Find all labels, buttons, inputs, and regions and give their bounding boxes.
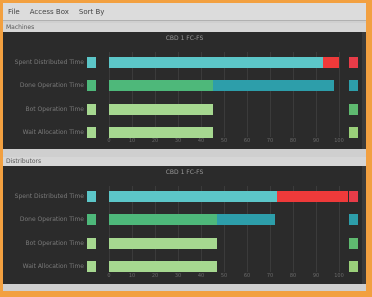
tick-label: 50 — [220, 273, 228, 279]
menu-access-box[interactable]: Access Box — [25, 8, 74, 16]
row-indicator — [87, 80, 96, 91]
right-indicator — [349, 191, 358, 202]
bar-segment — [217, 214, 275, 225]
right-indicator — [349, 238, 358, 249]
tick-label: 70 — [266, 138, 274, 144]
tick-label: 30 — [174, 273, 182, 279]
right-indicator — [349, 80, 358, 91]
tick-label: 20 — [151, 138, 159, 144]
row-label: Bot Operation Time — [25, 240, 85, 247]
tick-label: 100 — [334, 273, 344, 279]
row-indicator — [87, 57, 96, 68]
tick-label: 80 — [289, 273, 297, 279]
right-indicator — [349, 214, 358, 225]
row-indicator — [87, 104, 96, 115]
tick-label: 70 — [266, 273, 274, 279]
bar-segment — [109, 80, 213, 91]
panel-title: CBD 1 FC-FS — [165, 35, 204, 42]
tick-label: 20 — [151, 273, 159, 279]
tick-label: 50 — [220, 138, 228, 144]
tick-label: 90 — [312, 273, 320, 279]
tick-label: 0 — [107, 273, 111, 279]
right-indicator — [349, 127, 358, 138]
bar-segment — [109, 104, 213, 115]
scrollbar[interactable] — [362, 166, 366, 284]
row-label: Bot Operation Time — [25, 106, 85, 113]
menu-bar: File Access Box Sort By — [3, 3, 366, 21]
right-indicator — [349, 261, 358, 272]
bar-segment — [109, 214, 218, 225]
tick-label: 100 — [334, 138, 344, 144]
row-label: Done Operation Time — [19, 82, 84, 89]
tick-label: 90 — [312, 138, 320, 144]
menu-sort-by[interactable]: Sort By — [74, 8, 110, 16]
app-window: File Access Box Sort By Machines CBD 1 FC… — [3, 3, 366, 291]
bar-segment — [322, 57, 339, 68]
grid-line — [339, 52, 340, 137]
tick-label: 40 — [197, 273, 205, 279]
tick-label: 80 — [289, 138, 297, 144]
bar-segment — [109, 261, 218, 272]
section-label: Distributors — [3, 157, 366, 166]
tick-label: 10 — [128, 138, 136, 144]
tick-label: 10 — [128, 273, 136, 279]
row-label: Done Operation Time — [19, 216, 84, 223]
row-indicator — [87, 238, 96, 249]
bar-segment — [109, 238, 218, 249]
bar-segment — [212, 80, 335, 91]
chart-panel: CBD 1 FC-FS Spent Distributed Time Done Op… — [3, 32, 366, 149]
tick-label: 0 — [107, 138, 111, 144]
row-label: Wait Allocation Time — [22, 263, 84, 270]
tick-label: 60 — [243, 138, 251, 144]
row-indicator — [87, 191, 96, 202]
chart-panel: CBD 1 FC-FS Spent Distributed Time Done Op… — [3, 166, 366, 284]
panel-title: CBD 1 FC-FS — [165, 169, 204, 176]
tick-label: 60 — [243, 273, 251, 279]
row-label: Spent Distributed Time — [14, 59, 84, 66]
right-indicator — [349, 57, 358, 68]
bar-segment — [109, 191, 277, 202]
bar-segment — [109, 57, 323, 68]
scrollbar[interactable] — [362, 32, 366, 149]
row-label: Wait Allocation Time — [22, 129, 84, 136]
section-label: Machines — [3, 23, 366, 32]
row-indicator — [87, 127, 96, 138]
bar-segment — [276, 191, 348, 202]
menu-file[interactable]: File — [3, 8, 25, 16]
row-indicator — [87, 261, 96, 272]
right-indicator — [349, 104, 358, 115]
row-label: Spent Distributed Time — [14, 193, 84, 200]
tick-label: 40 — [197, 138, 205, 144]
row-indicator — [87, 214, 96, 225]
bar-segment — [109, 127, 213, 138]
tick-label: 30 — [174, 138, 182, 144]
